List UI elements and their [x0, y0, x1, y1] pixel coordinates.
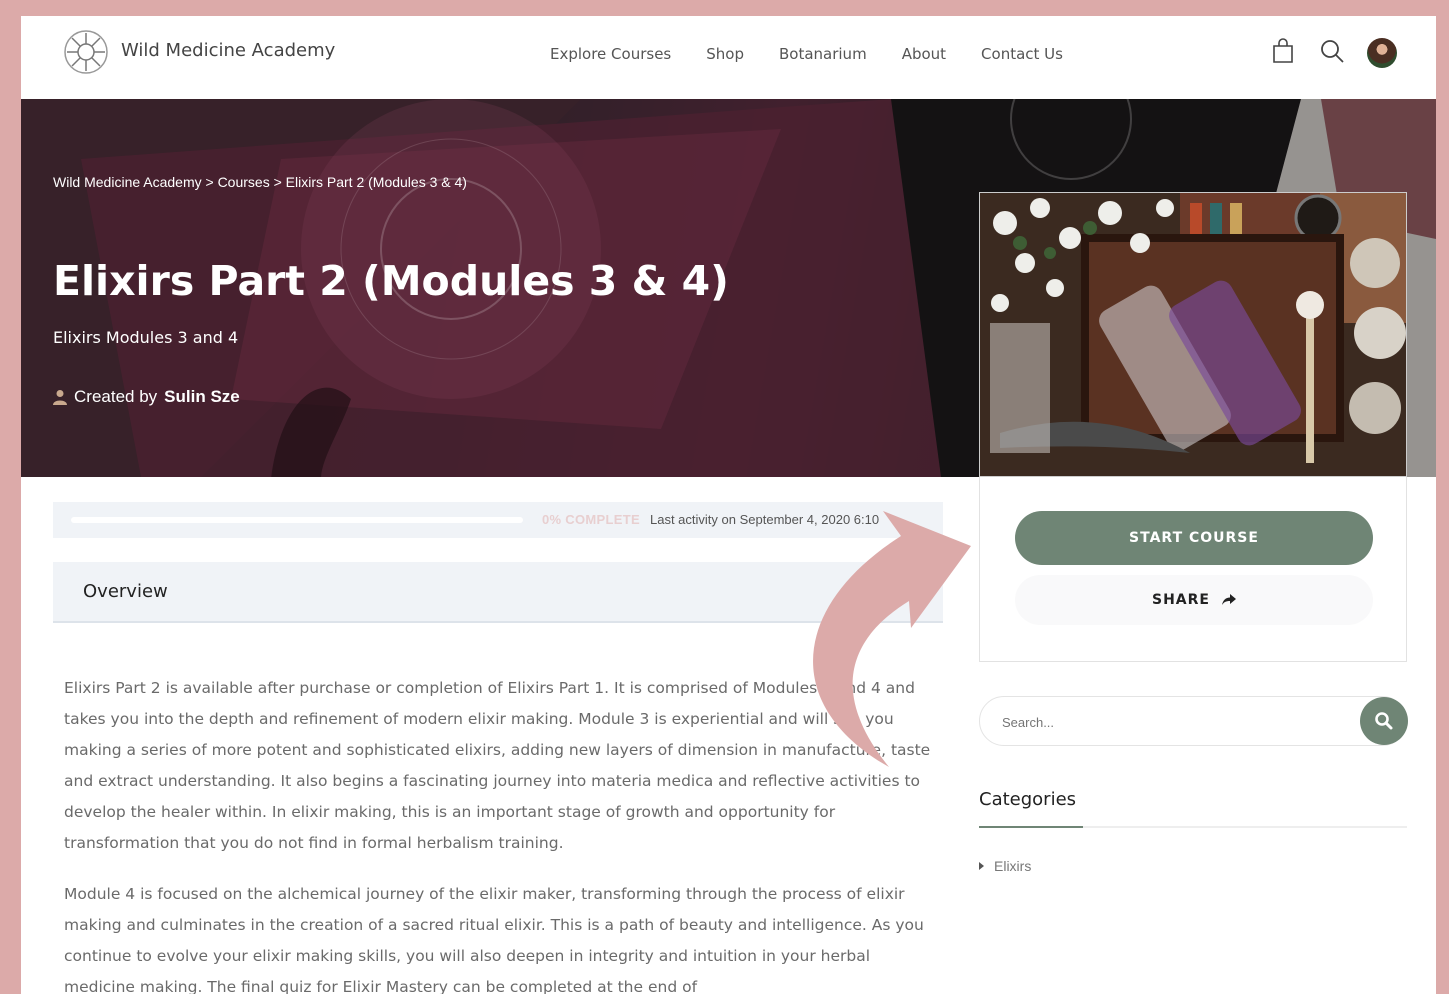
course-title: Elixirs Part 2 (Modules 3 & 4): [53, 257, 729, 305]
search-icon[interactable]: [1318, 37, 1346, 65]
created-by-label: Created by: [74, 387, 158, 406]
page-frame: Wild Medicine Academy Explore Courses Sh…: [21, 16, 1436, 994]
progress-percent: 0% COMPLETE: [542, 512, 640, 527]
nav-explore-courses[interactable]: Explore Courses: [550, 45, 671, 63]
caret-right-icon: [979, 862, 984, 870]
categories-heading: Categories: [979, 789, 1077, 810]
tab-overview[interactable]: Overview: [53, 562, 943, 623]
author-name[interactable]: Sulin Sze: [164, 387, 240, 407]
search-icon: [1375, 712, 1393, 730]
nav-about[interactable]: About: [902, 45, 946, 63]
user-icon: [53, 390, 67, 405]
user-avatar[interactable]: [1367, 38, 1397, 68]
nav-contact-us[interactable]: Contact Us: [981, 45, 1063, 63]
start-course-button[interactable]: START COURSE: [1015, 511, 1373, 565]
tab-overview-label: Overview: [83, 581, 168, 602]
sidebar-search: [979, 696, 1407, 746]
categories-divider-accent: [979, 826, 1083, 828]
main-nav: Explore Courses Shop Botanarium About Co…: [550, 45, 1063, 63]
share-arrow-icon: [1221, 594, 1236, 605]
course-progress: 0% COMPLETE Last activity on September 4…: [53, 502, 943, 538]
shopping-bag-icon[interactable]: [1269, 37, 1297, 65]
search-submit-button[interactable]: [1360, 697, 1408, 745]
share-label: SHARE: [1152, 592, 1210, 608]
academy-logo-icon[interactable]: [63, 29, 109, 75]
course-author: Created by Sulin Sze: [53, 387, 240, 407]
course-action-card: START COURSE SHARE: [979, 477, 1407, 662]
course-subtitle: Elixirs Modules 3 and 4: [53, 328, 239, 347]
course-thumbnail: [979, 192, 1407, 477]
breadcrumb[interactable]: Wild Medicine Academy > Courses > Elixir…: [53, 174, 467, 190]
category-label: Elixirs: [994, 858, 1032, 874]
progress-bar: [71, 517, 523, 523]
description-paragraph: Module 4 is focused on the alchemical jo…: [64, 885, 924, 994]
last-activity: Last activity on September 4, 2020 6:10: [650, 512, 880, 527]
search-input[interactable]: [1002, 710, 1332, 734]
description-paragraph: Elixirs Part 2 is available after purcha…: [64, 679, 931, 852]
course-description: Elixirs Part 2 is available after purcha…: [64, 673, 934, 994]
brand-name[interactable]: Wild Medicine Academy: [121, 40, 335, 61]
nav-botanarium[interactable]: Botanarium: [779, 45, 867, 63]
share-button[interactable]: SHARE: [1015, 575, 1373, 625]
nav-shop[interactable]: Shop: [706, 45, 744, 63]
category-item-elixirs[interactable]: Elixirs: [979, 858, 1031, 874]
site-header: Wild Medicine Academy Explore Courses Sh…: [21, 16, 1436, 99]
